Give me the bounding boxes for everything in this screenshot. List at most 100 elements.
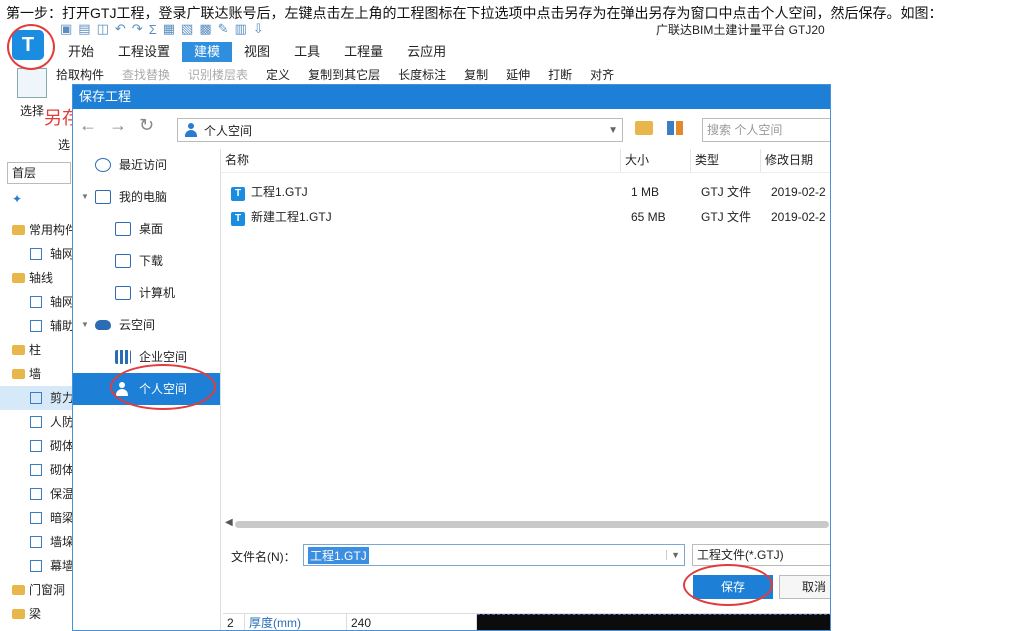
scroll-thumb[interactable] <box>235 521 829 528</box>
grid-icon[interactable]: ▩ <box>199 21 211 37</box>
nav-cloud[interactable]: ▼ 云空间 <box>73 309 220 341</box>
expand-arrow-icon[interactable]: ▼ <box>79 309 91 341</box>
property-value[interactable]: 240 <box>347 614 477 630</box>
file-modified: 2019-02-2 <box>771 209 826 224</box>
expand-arrow-icon[interactable]: ▼ <box>79 181 91 213</box>
pick-component-button[interactable]: 拾取构件 <box>56 66 104 83</box>
menu-modeling[interactable]: 建模 <box>182 42 233 62</box>
file-name: 工程1.GTJ <box>251 184 308 199</box>
tree-item[interactable]: 剪力 <box>0 386 72 410</box>
menu-quantities[interactable]: 工程量 <box>332 42 395 62</box>
extend-button[interactable]: 延伸 <box>506 66 530 83</box>
clock-icon <box>95 158 111 172</box>
tree-item[interactable]: 暗梁 <box>0 506 72 530</box>
column-name[interactable]: 名称 <box>221 149 621 172</box>
refresh-icon[interactable]: ↻ <box>139 115 154 136</box>
report-icon[interactable]: ▦ <box>163 21 175 37</box>
nav-my-computer[interactable]: ▼ 我的电脑 <box>73 181 220 213</box>
component-icon <box>30 248 42 260</box>
redo-icon[interactable]: ↷ <box>132 21 143 37</box>
filename-value: 工程1.GTJ <box>308 546 369 564</box>
edit-icon[interactable]: ✎ <box>218 21 229 37</box>
copy-button[interactable]: 复制 <box>464 66 488 83</box>
tree-category[interactable]: 梁 <box>0 602 72 626</box>
menu-project-settings[interactable]: 工程设置 <box>106 42 182 62</box>
menu-cloud[interactable]: 云应用 <box>395 42 458 62</box>
save-icon[interactable]: ▣ <box>60 21 72 37</box>
nav-my-computer-label: 我的电脑 <box>119 190 168 204</box>
nav-computer[interactable]: 计算机 <box>73 277 220 309</box>
nav-recent[interactable]: 最近访问 <box>73 149 220 181</box>
chevron-down-icon[interactable]: ▼ <box>666 550 680 560</box>
nav-downloads[interactable]: 下载 <box>73 245 220 277</box>
platform-title: 广联达BIM土建计量平台 GTJ20 <box>656 23 825 37</box>
find-replace-button[interactable]: 查找替换 <box>122 66 170 83</box>
file-modified: 2019-02-2 <box>771 184 826 199</box>
column-modified[interactable]: 修改日期 <box>761 149 830 172</box>
tree-category[interactable]: 门窗洞 <box>0 578 72 602</box>
length-dimension-button[interactable]: 长度标注 <box>398 66 446 83</box>
view-mode-icon[interactable] <box>667 121 683 135</box>
identify-floor-table-button[interactable]: 识别楼层表 <box>188 66 248 83</box>
file-row[interactable]: T 新建工程1.GTJ 65 MB GTJ 文件 2019-02-2 <box>221 204 830 229</box>
column-size[interactable]: 大小 <box>621 149 691 172</box>
tree-label: 墙 <box>29 367 42 381</box>
break-button[interactable]: 打断 <box>548 66 572 83</box>
tree-category[interactable]: 墙 <box>0 362 72 386</box>
forward-icon[interactable]: → <box>109 115 127 136</box>
file-row[interactable]: T 工程1.GTJ 1 MB GTJ 文件 2019-02-2 <box>221 179 830 204</box>
tree-label: 梁 <box>29 607 42 621</box>
folder-icon <box>12 345 25 355</box>
define-button[interactable]: 定义 <box>266 66 290 83</box>
tree-item[interactable]: 轴网 <box>0 290 72 314</box>
filetype-select[interactable]: 工程文件(*.GTJ) <box>692 544 830 566</box>
tree-label: 剪力 <box>50 391 72 405</box>
property-row: 2 厚度(mm) 240 <box>223 613 830 630</box>
menu-start[interactable]: 开始 <box>56 42 106 62</box>
menu-tools[interactable]: 工具 <box>282 42 332 62</box>
horizontal-scrollbar[interactable]: ◀ <box>223 517 829 531</box>
filename-input[interactable]: 工程1.GTJ ▼ <box>303 544 685 566</box>
new-icon[interactable]: ▤ <box>78 21 90 37</box>
nav-desktop[interactable]: 桌面 <box>73 213 220 245</box>
sum-icon[interactable]: Σ <box>149 22 157 37</box>
tree-item[interactable]: 人防 <box>0 410 72 434</box>
tree-label: 保温 <box>50 487 72 501</box>
back-icon[interactable]: ← <box>79 115 97 136</box>
column-type[interactable]: 类型 <box>691 149 761 172</box>
chevron-down-icon[interactable]: ▼ <box>608 125 618 136</box>
open-icon[interactable]: ◫ <box>97 21 109 37</box>
tree-item[interactable]: 墙垛 <box>0 530 72 554</box>
search-input[interactable]: 搜索 个人空间 <box>702 118 830 142</box>
tree-item[interactable]: 轴网 <box>0 242 72 266</box>
component-icon <box>30 536 42 548</box>
tree-category[interactable]: 柱 <box>0 338 72 362</box>
tree-category[interactable]: 常用构件 <box>0 218 72 242</box>
tree-item[interactable]: 幕墙 <box>0 554 72 578</box>
scroll-left-icon[interactable]: ◀ <box>225 517 233 528</box>
tree-item[interactable]: 辅助 <box>0 314 72 338</box>
tree-category[interactable]: 轴线 <box>0 266 72 290</box>
nav-recent-label: 最近访问 <box>119 158 168 172</box>
component-icon <box>30 560 42 572</box>
menu-view[interactable]: 视图 <box>232 42 282 62</box>
undo-icon[interactable]: ↶ <box>115 21 126 37</box>
floor-select[interactable]: 首层 <box>7 162 71 184</box>
drawing-canvas[interactable] <box>477 614 830 630</box>
copy-to-floor-button[interactable]: 复制到其它层 <box>308 66 380 83</box>
cancel-button[interactable]: 取消 <box>779 575 830 599</box>
check-icon[interactable]: ▧ <box>181 21 193 37</box>
new-folder-icon[interactable] <box>635 121 653 135</box>
file-list-header: 名称 大小 类型 修改日期 <box>221 149 830 173</box>
tree-label: 门窗洞 <box>29 583 66 597</box>
tree-item[interactable]: 砌体 <box>0 434 72 458</box>
table-icon[interactable]: ▥ <box>235 21 247 37</box>
add-icon[interactable]: ✦ <box>12 192 22 206</box>
file-list: 名称 大小 类型 修改日期 T 工程1.GTJ 1 MB GTJ 文件 2019-… <box>221 149 830 519</box>
tree-item[interactable]: 砌体 <box>0 458 72 482</box>
tree-item[interactable]: 保温 <box>0 482 72 506</box>
align-button[interactable]: 对齐 <box>590 66 614 83</box>
tree-label: 轴网 <box>50 295 72 309</box>
export-icon[interactable]: ⇩ <box>253 21 264 37</box>
address-bar[interactable]: 个人空间 ▼ <box>177 118 623 142</box>
